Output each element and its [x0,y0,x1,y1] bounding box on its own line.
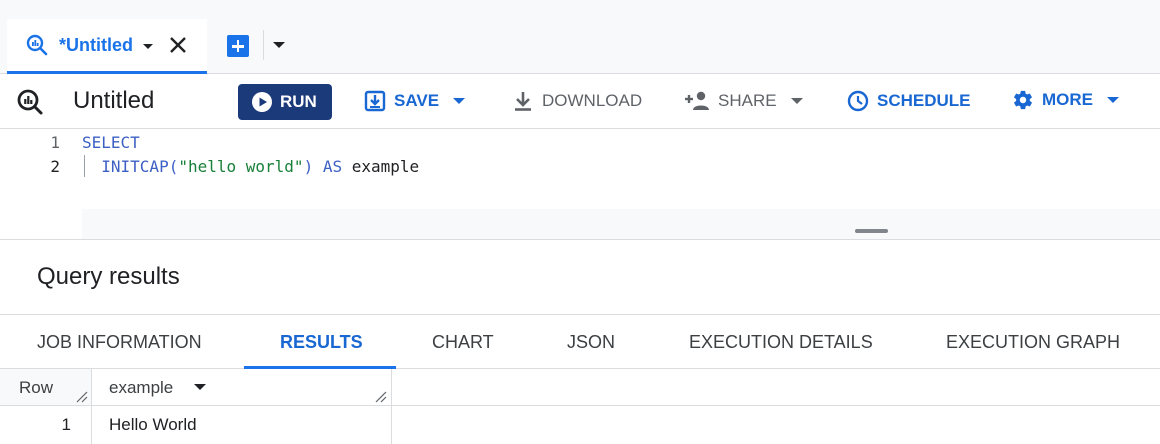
download-icon [515,92,531,111]
share-button[interactable]: SHARE [684,90,803,112]
editor-empty-area [82,209,1160,239]
query-title: Untitled [73,87,155,114]
gear-icon [1014,90,1032,110]
table-cell[interactable]: Hello World [92,406,392,444]
query-toolbar: Untitled RUN SAVE DOWNLOAD SHARE SCHEDUL… [0,74,1160,129]
tab-bar: *Untitled [0,0,1160,74]
close-icon[interactable] [167,34,189,56]
code-token: SELECT [82,133,140,152]
code-token: INITCAP( [82,157,179,176]
save-label: SAVE [394,91,440,110]
run-label: RUN [280,92,317,111]
tab-json[interactable]: JSON [567,332,615,353]
tab-chart[interactable]: CHART [432,332,494,353]
more-label: MORE [1042,90,1093,109]
chevron-down-icon [790,98,803,104]
tab-execution-graph[interactable]: EXECUTION GRAPH [946,332,1120,353]
results-title: Query results [37,263,180,290]
chevron-down-icon [1107,97,1119,103]
table-cell-row-number: 1 [0,406,92,444]
play-icon [252,92,272,112]
divider [263,30,264,60]
save-icon [364,90,386,112]
code-line[interactable]: INITCAP("hello world") AS example [82,157,419,176]
share-icon [685,91,709,110]
cell-value: Hello World [109,415,197,434]
run-button[interactable]: RUN [238,84,332,120]
code-line[interactable]: SELECT [82,133,140,152]
row-number: 1 [61,415,71,434]
chevron-down-icon[interactable] [143,43,153,49]
download-button[interactable]: DOWNLOAD [512,90,642,112]
column-header-label: Row [19,378,54,397]
column-header-example[interactable]: example [92,369,392,406]
add-tab-icon[interactable] [227,35,249,57]
schedule-icon [847,90,869,112]
column-header-label: example [109,378,174,397]
save-button[interactable]: SAVE [364,90,466,112]
line-number: 1 [50,133,60,152]
sort-menu-icon[interactable] [194,384,206,390]
download-label: DOWNLOAD [542,91,643,110]
tab-results[interactable]: RESULTS [280,332,363,353]
query-icon [17,89,43,115]
code-token: example [342,157,420,176]
editor-resize-handle[interactable] [855,229,888,233]
code-token: AS [322,157,343,176]
column-header-row[interactable]: Row [0,369,92,406]
line-number: 2 [50,157,60,176]
results-table: Row example 1 Hello World [0,369,1160,444]
column-resize-icon[interactable] [375,391,387,403]
tab-job-information[interactable]: JOB INFORMATION [37,332,202,353]
tab-untitled[interactable]: *Untitled [7,19,207,74]
more-button[interactable]: MORE [1012,89,1119,111]
share-label: SHARE [718,91,777,110]
schedule-label: SCHEDULE [877,91,971,110]
results-tabs: JOB INFORMATION RESULTS CHART JSON EXECU… [0,314,1160,369]
column-resize-icon[interactable] [76,391,88,403]
editor-gutter-pad [0,209,82,239]
code-token: "hello world" [178,157,304,176]
chevron-down-icon [453,98,466,104]
tab-label: *Untitled [59,34,133,55]
header-filler [392,369,1160,406]
query-icon [26,34,48,56]
sql-editor[interactable]: 1 2 SELECT INITCAP("hello world") AS exa… [0,129,1160,240]
chevron-down-icon[interactable] [273,42,285,48]
tab-execution-details[interactable]: EXECUTION DETAILS [689,332,873,353]
schedule-button[interactable]: SCHEDULE [847,90,971,112]
code-token: ) [303,157,323,176]
